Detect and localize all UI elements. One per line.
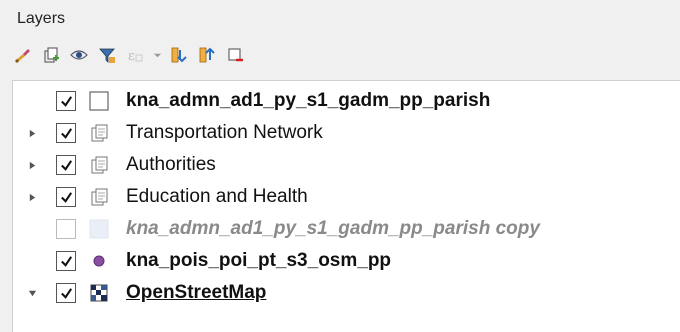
filter-by-expression-button[interactable]: ε (124, 44, 146, 66)
filter-legend-button[interactable] (96, 44, 118, 66)
chevron-down-icon (28, 290, 36, 296)
layer-label[interactable]: kna_admn_ad1_py_s1_gadm_pp_parish (126, 90, 490, 112)
checkmark-icon (60, 191, 72, 203)
layer-visibility-checkbox[interactable] (56, 123, 76, 143)
remove-layer-button[interactable] (224, 44, 246, 66)
layer-row[interactable]: Transportation Network (13, 117, 673, 149)
polygon-layer-faded-icon (88, 218, 110, 240)
layer-row[interactable]: Education and Health (13, 181, 673, 213)
filter-by-expression-icon: ε (128, 49, 143, 64)
expand-all-icon (171, 47, 187, 63)
chevron-right-icon (29, 193, 35, 201)
panel-title: Layers (17, 10, 66, 27)
layers-toolbar: ε (12, 42, 246, 68)
checkmark-icon (60, 95, 72, 107)
collapse-all-icon (199, 47, 215, 63)
layer-visibility-checkbox[interactable] (56, 219, 76, 239)
expand-arrow[interactable] (25, 126, 39, 140)
layer-label[interactable]: Transportation Network (126, 122, 323, 144)
expand-all-button[interactable] (168, 44, 190, 66)
manage-visibility-icon (70, 50, 88, 60)
checkmark-icon (60, 127, 72, 139)
collapse-all-button[interactable] (196, 44, 218, 66)
checkmark-icon (60, 255, 72, 267)
layer-visibility-checkbox[interactable] (56, 91, 76, 111)
add-group-button[interactable] (40, 44, 62, 66)
filter-dropdown-arrow[interactable] (152, 44, 162, 66)
layer-visibility-checkbox[interactable] (56, 187, 76, 207)
style-manager-icon (15, 49, 30, 63)
svg-text:ε: ε (128, 49, 135, 64)
layer-visibility-checkbox[interactable] (56, 283, 76, 303)
layer-label[interactable]: Authorities (126, 154, 216, 176)
layer-tree[interactable]: kna_admn_ad1_py_s1_gadm_pp_parish Transp… (12, 80, 680, 332)
chevron-down-icon (153, 53, 161, 57)
layer-row[interactable]: Authorities (13, 149, 673, 181)
layer-label[interactable]: OpenStreetMap (126, 282, 266, 304)
expand-arrow[interactable] (25, 286, 39, 300)
checkmark-icon (60, 287, 72, 299)
group-icon (88, 186, 110, 208)
layer-row[interactable]: OpenStreetMap (13, 277, 673, 309)
group-icon (88, 154, 110, 176)
remove-layer-icon (228, 48, 243, 62)
expand-arrow[interactable] (25, 158, 39, 172)
layer-visibility-checkbox[interactable] (56, 251, 76, 271)
chevron-right-icon (29, 161, 35, 169)
checkmark-icon (60, 159, 72, 171)
group-icon (88, 122, 110, 144)
raster-tile-icon (88, 282, 110, 304)
layer-row[interactable]: kna_pois_poi_pt_s3_osm_pp (13, 245, 673, 277)
add-group-icon (44, 47, 59, 63)
filter-legend-icon (99, 48, 115, 63)
layer-row[interactable]: kna_admn_ad1_py_s1_gadm_pp_parish copy (13, 213, 673, 245)
manage-visibility-button[interactable] (68, 44, 90, 66)
layer-label[interactable]: kna_pois_poi_pt_s3_osm_pp (126, 250, 391, 272)
layer-row[interactable]: kna_admn_ad1_py_s1_gadm_pp_parish (13, 85, 673, 117)
layer-label[interactable]: kna_admn_ad1_py_s1_gadm_pp_parish copy (126, 218, 540, 240)
layer-label[interactable]: Education and Health (126, 186, 308, 208)
style-manager-button[interactable] (12, 44, 34, 66)
point-layer-icon (88, 250, 110, 272)
polygon-layer-icon (88, 90, 110, 112)
layer-visibility-checkbox[interactable] (56, 155, 76, 175)
chevron-right-icon (29, 129, 35, 137)
expand-arrow[interactable] (25, 190, 39, 204)
